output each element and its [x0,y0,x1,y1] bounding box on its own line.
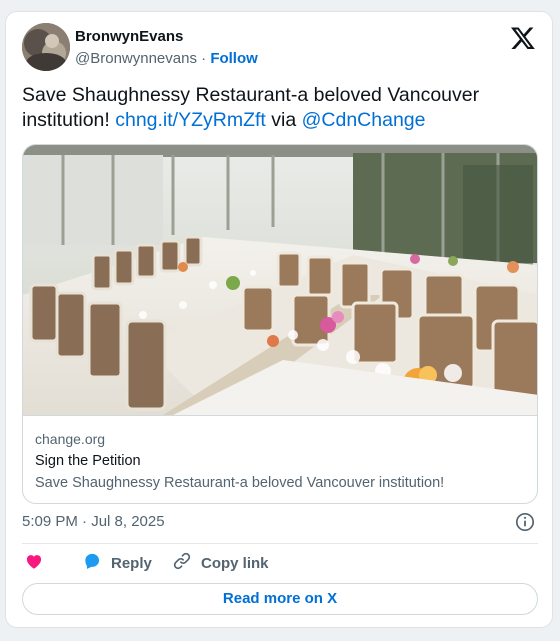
reply-label: Reply [111,554,152,572]
copy-link-button[interactable]: Copy link [172,551,269,575]
link-card-meta: change.org Sign the Petition Save Shaugh… [23,415,537,503]
via-text: via [265,109,302,131]
separator: · [196,50,211,67]
copy-link-label: Copy link [201,554,269,572]
tweet-text: Save Shaughnessy Restaurant-a beloved Va… [22,83,522,133]
reply-button[interactable]: Reply [82,551,152,575]
avatar[interactable] [22,23,70,71]
divider [22,543,538,544]
read-more-button[interactable]: Read more on X [22,583,538,615]
like-button[interactable] [24,551,53,575]
mention-link[interactable]: @CdnChange [302,109,426,131]
action-bar: Reply Copy link [22,551,538,579]
author-handle-row: @Bronwynnevans · Follow [75,50,258,67]
tweet-embed-card: BronwynEvans @Bronwynnevans · Follow Sav… [5,11,553,628]
tweet-link[interactable]: chng.it/YZyRmZft [115,109,266,131]
link-card-title: Sign the Petition [35,453,141,469]
speech-bubble-icon [82,551,102,576]
heart-icon [24,551,44,576]
tweet-header: BronwynEvans @Bronwynnevans · Follow [22,23,540,73]
author-handle[interactable]: @Bronwynnevans [75,50,197,67]
link-card-domain: change.org [35,431,106,447]
restaurant-photo[interactable] [23,145,537,415]
link-icon [172,551,192,576]
link-preview-card[interactable]: change.org Sign the Petition Save Shaugh… [22,144,538,504]
follow-button[interactable]: Follow [210,50,258,67]
x-logo-icon[interactable] [510,25,536,51]
info-icon[interactable] [515,512,535,532]
author-name[interactable]: BronwynEvans [75,28,183,45]
tweet-timestamp[interactable]: 5:09 PM · Jul 8, 2025 [22,513,165,530]
link-card-description: Save Shaughnessy Restaurant-a beloved Va… [35,475,445,491]
